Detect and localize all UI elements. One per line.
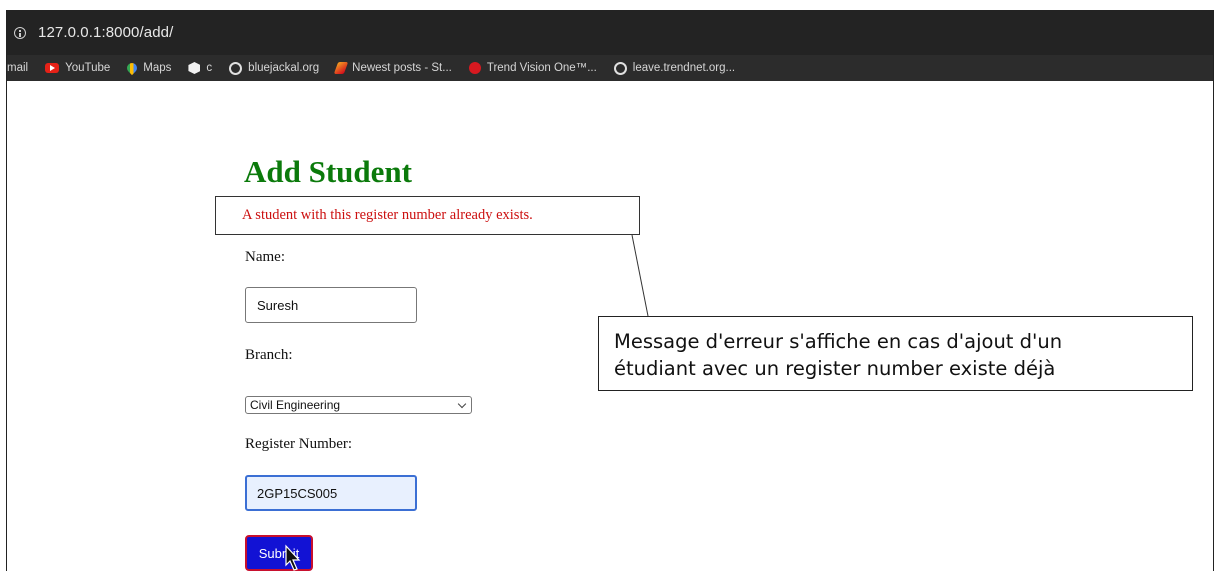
name-input[interactable]: Suresh <box>245 287 417 323</box>
bookmark-c[interactable]: c <box>188 62 212 74</box>
register-number-input[interactable]: 2GP15CS005 <box>245 475 417 511</box>
url-text[interactable]: 127.0.0.1:8000/add/ <box>38 24 173 41</box>
address-bar[interactable]: 127.0.0.1:8000/add/ <box>7 10 1213 55</box>
hexagon-icon <box>188 62 201 74</box>
trend-icon <box>468 62 481 74</box>
bookmark-label: leave.trendnet.org... <box>632 62 736 74</box>
name-value: Suresh <box>257 297 299 313</box>
bookmark-label: Trend Vision One™... <box>486 62 597 74</box>
error-message: A student with this register number alre… <box>242 207 533 223</box>
submit-button[interactable]: Submit <box>245 535 313 571</box>
chevron-down-icon <box>457 399 467 409</box>
globe-icon <box>613 61 627 75</box>
branch-label: Branch: <box>245 347 293 363</box>
register-number-value: 2GP15CS005 <box>257 485 338 501</box>
error-message-box: A student with this register number alre… <box>215 196 640 235</box>
pen-icon <box>333 62 349 74</box>
register-number-label: Register Number: <box>245 436 353 452</box>
page-title: Add Student <box>244 154 412 189</box>
globe-icon <box>229 61 243 75</box>
bookmark-maps[interactable]: Maps <box>125 60 172 76</box>
bookmark-leave-trendnet[interactable]: leave.trendnet.org... <box>613 61 736 75</box>
bookmark-youtube[interactable]: YouTube <box>45 62 110 74</box>
browser-window: 127.0.0.1:8000/add/ mail YouTube Maps c … <box>6 10 1214 571</box>
bookmark-gmail[interactable]: mail <box>7 62 28 74</box>
annotation-line-1: Message d'erreur s'affiche en cas d'ajou… <box>614 330 1063 353</box>
annotation-callout: Message d'erreur s'affiche en cas d'ajou… <box>598 316 1193 391</box>
bookmark-newest-posts[interactable]: Newest posts - St... <box>333 62 452 74</box>
bookmark-bluejackal[interactable]: bluejackal.org <box>229 61 320 75</box>
branch-select[interactable]: Civil Engineering <box>245 396 472 414</box>
maps-icon <box>125 60 140 76</box>
bookmarks-bar: mail YouTube Maps c bluejackal.org Newes… <box>7 55 1213 81</box>
bookmark-trend-vision[interactable]: Trend Vision One™... <box>468 62 597 74</box>
page-content: Add Student A student with this register… <box>7 81 1213 571</box>
bookmark-label: c <box>206 62 213 74</box>
info-icon[interactable] <box>14 26 26 39</box>
name-label: Name: <box>245 249 285 265</box>
annotation-line-2: étudiant avec un register number existe … <box>614 357 1056 380</box>
bookmark-label: YouTube <box>65 62 111 74</box>
submit-label: Submit <box>258 545 300 561</box>
bookmark-label: Maps <box>143 62 172 74</box>
bookmark-label: Newest posts - St... <box>352 62 452 74</box>
youtube-icon <box>45 63 60 73</box>
bookmark-label: mail <box>7 62 29 74</box>
branch-value: Civil Engineering <box>250 398 341 412</box>
bookmark-label: bluejackal.org <box>248 62 320 74</box>
